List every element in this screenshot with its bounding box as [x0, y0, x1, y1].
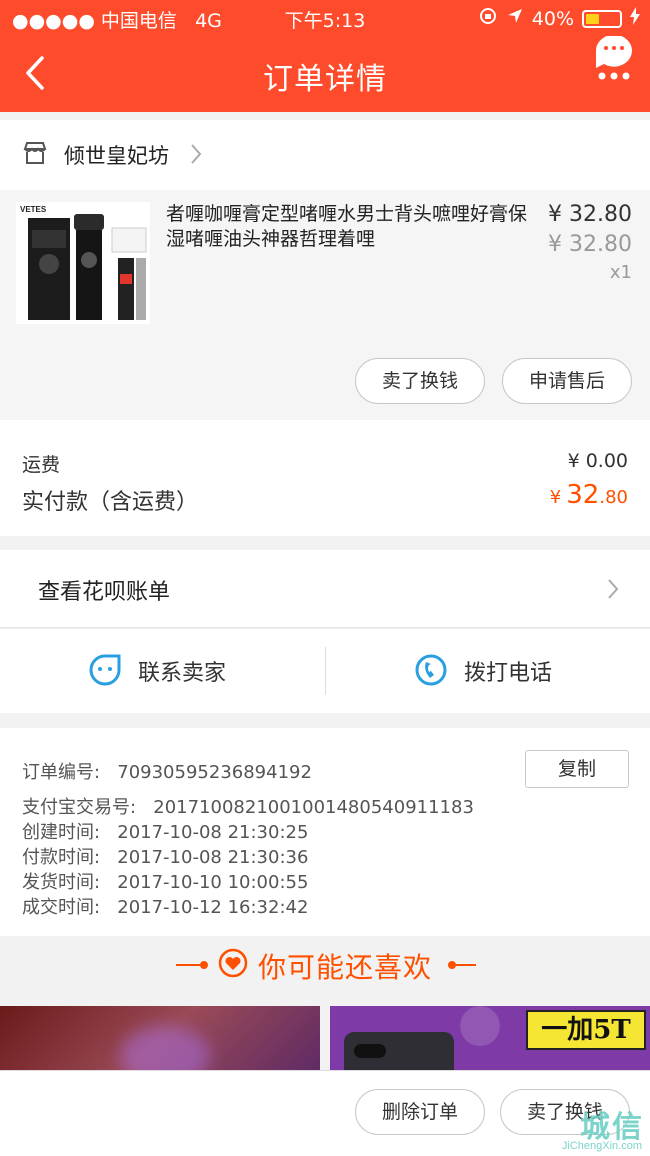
call-phone-label: 拨打电话 [464, 661, 553, 686]
completed-time-label: 成交时间: [22, 897, 101, 918]
product-quantity: x1 [609, 262, 632, 283]
created-time-row: 创建时间: 2017-10-08 21:30:25 [22, 818, 308, 844]
paid-time-label: 付款时间: [22, 847, 101, 868]
battery-icon [582, 9, 622, 28]
product-title[interactable]: 者喱咖喱膏定型啫喱水男士背头嗻哩好膏保湿啫喱油头神器哲理着哩 [166, 202, 532, 252]
paid-amount-label: 实付款（含运费） [22, 490, 199, 515]
sell-for-cash-button[interactable]: 卖了换钱 [355, 358, 485, 404]
recommend-card-badge: 一加5T [526, 1010, 646, 1050]
completed-time-row: 成交时间: 2017-10-12 16:32:42 [22, 893, 308, 919]
shop-row[interactable]: 倾世皇妃坊 [0, 120, 650, 190]
created-time-label: 创建时间: [22, 822, 101, 843]
alipay-number-row: 支付宝交易号: 2017100821001001480540911183 [22, 793, 474, 819]
paid-amount: ¥ 32.80 [550, 480, 628, 510]
shipping-value: ¥ 0.00 [567, 450, 628, 472]
more-button[interactable] [592, 34, 636, 112]
more-dots-icon [596, 34, 632, 80]
watermark-url: JiChengXin.com [561, 1140, 642, 1152]
shipped-time-value: 2017-10-10 10:00:55 [117, 872, 309, 893]
paid-integer: 32 [566, 480, 600, 510]
copy-order-number-button[interactable]: 复制 [525, 750, 629, 788]
huabei-bill-row[interactable]: 查看花呗账单 [0, 550, 650, 628]
phone-camera-image [354, 1044, 386, 1058]
shop-name: 倾世皇妃坊 [64, 144, 169, 168]
product-original-price: ¥ 32.80 [548, 232, 632, 257]
shipping-label: 运费 [22, 454, 61, 476]
recommend-card-decoration [460, 1006, 500, 1046]
page-title: 订单详情 [263, 62, 387, 97]
bottom-action-bar: 删除订单 卖了换钱 城信 JiChengXin.com [0, 1070, 650, 1156]
product-price: ¥ 32.80 [548, 202, 632, 227]
charging-icon [630, 7, 640, 30]
completed-time-value: 2017-10-12 16:32:42 [117, 897, 309, 918]
paid-currency: ¥ [549, 487, 562, 508]
after-sale-button[interactable]: 申请售后 [502, 358, 632, 404]
shipped-time-row: 发货时间: 2017-10-10 10:00:55 [22, 868, 308, 894]
recommend-title: 你可能还喜欢 [258, 951, 433, 984]
paid-time-row: 付款时间: 2017-10-08 21:30:36 [22, 843, 308, 869]
status-right: 40% [478, 6, 640, 31]
product-brand-text: VETES [20, 205, 47, 214]
created-time-value: 2017-10-08 21:30:25 [117, 822, 309, 843]
nav-bar: 订单详情 [0, 34, 650, 112]
location-arrow-icon [506, 7, 524, 30]
fee-summary: 运费 ¥ 0.00 实付款（含运费） ¥ 32.80 [0, 420, 650, 536]
alipay-number-value: 2017100821001001480540911183 [153, 797, 474, 818]
battery-percent: 40% [531, 7, 574, 30]
contact-seller-label: 联系卖家 [138, 661, 227, 686]
recommend-card-image [120, 1026, 210, 1076]
call-phone-button[interactable]: 拨打电话 [326, 629, 650, 713]
phone-icon [414, 653, 448, 691]
huabei-bill-label: 查看花呗账单 [38, 580, 171, 605]
recommend-divider-right [452, 964, 476, 966]
site-watermark: 城信 JiChengXin.com [524, 1102, 644, 1152]
order-number-label: 订单编号: [22, 762, 101, 783]
order-info: 订单编号: 70930595236894192 复制 支付宝交易号: 20171… [0, 728, 650, 936]
store-icon [22, 140, 48, 170]
contact-bar: 联系卖家 拨打电话 [0, 629, 650, 713]
order-number-value: 70930595236894192 [117, 762, 312, 783]
chevron-right-icon [188, 142, 204, 170]
paid-decimal: .80 [599, 487, 628, 508]
contact-seller-button[interactable]: 联系卖家 [0, 629, 325, 713]
recommend-card[interactable] [0, 1006, 320, 1076]
recommend-header: 你可能还喜欢 [0, 936, 650, 1006]
product-image[interactable]: VETES [16, 202, 150, 324]
paid-time-value: 2017-10-08 21:30:36 [117, 847, 309, 868]
chat-face-icon [88, 653, 122, 691]
shipped-time-label: 发货时间: [22, 872, 101, 893]
chevron-right-icon [606, 578, 620, 604]
recommend-dot-left [200, 961, 208, 969]
delete-order-button[interactable]: 删除订单 [355, 1089, 485, 1135]
order-item: VETES 者喱咖喱膏定型啫喱水男士背头嗻哩好膏保湿啫喱油头神器哲理着哩 ¥ 3… [0, 190, 650, 420]
status-bar: ●●●●● 中国电信 4G 下午5:13 40% [0, 0, 650, 36]
alipay-number-label: 支付宝交易号: [22, 797, 137, 818]
order-number-row: 订单编号: 70930595236894192 [22, 758, 312, 784]
recommend-card[interactable]: 一加5T [330, 1006, 650, 1076]
rotation-lock-icon [478, 6, 498, 31]
heart-icon [218, 948, 248, 982]
